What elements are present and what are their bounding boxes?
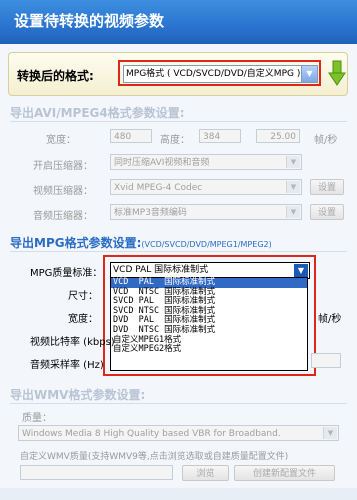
video-compressor-select[interactable]: Xvid MPEG-4 Codec ▼ xyxy=(110,179,302,195)
divider xyxy=(10,121,347,122)
format-select-value: MPG格式 ( VCD/SVCD/DVD/自定义MPG ) xyxy=(126,69,301,79)
mpg-section-title: 导出MPG格式参数设置:(VCD/SVCD/DVD/MPEG1/MPEG2) xyxy=(10,234,272,251)
mpg-quality-label: MPG质量标准： xyxy=(30,268,103,279)
avi-width-field[interactable]: 480 xyxy=(110,129,152,143)
mpg-quality-select-value: VCD PAL 国际标准制式 xyxy=(113,265,209,275)
audio-settings-button[interactable]: 设置 xyxy=(310,204,344,220)
avi-section-title: 导出AVI/MPEG4格式参数设置: xyxy=(10,106,185,120)
compressor-select[interactable]: 同时压缩AVI视频和音频 ▼ xyxy=(110,154,302,170)
window-title: 设置待转换的视频参数 xyxy=(14,12,165,30)
divider xyxy=(10,403,347,404)
divider xyxy=(10,251,347,252)
create-config-button[interactable]: 创建新配置文件 xyxy=(234,465,335,481)
format-select[interactable]: MPG格式 ( VCD/SVCD/DVD/自定义MPG ) ▼ xyxy=(123,65,318,83)
chevron-down-icon[interactable]: ▼ xyxy=(301,66,317,82)
video-settings-button[interactable]: 设置 xyxy=(310,179,344,195)
avi-width-label: 宽度： xyxy=(46,135,76,146)
mpg-fps-unit: 帧/秒 xyxy=(318,314,342,325)
avi-height-field[interactable]: 384 xyxy=(199,129,241,143)
compressor-select-value: 同时压缩AVI视频和音频 xyxy=(114,158,210,168)
mpg-size-label: 尺寸： xyxy=(68,291,98,302)
browse-button[interactable]: 浏览 xyxy=(182,465,229,481)
dropdown-option[interactable]: 自定义MPEG2格式 xyxy=(111,345,307,355)
wmv-custom-label: 自定义WMV质量(支持WMV9等,点击浏览选取或自建质量配置文件) xyxy=(20,452,289,462)
audio-compressor-select-value: 标准MP3音频编码 xyxy=(114,208,187,218)
mpg-section-subtitle: (VCD/SVCD/DVD/MPEG1/MPEG2) xyxy=(141,240,272,249)
wmv-section-title: 导出WMV格式参数设置: xyxy=(10,388,146,402)
samplerate-field[interactable] xyxy=(311,353,341,368)
mpg-bitrate-label: 视频比特率 (kbps) xyxy=(30,337,115,348)
wmv-quality-select-value: Windows Media 8 High Quality based VBR f… xyxy=(22,429,281,439)
chevron-down-icon[interactable]: ▼ xyxy=(294,264,308,277)
video-compressor-label: 视频压缩器： xyxy=(33,186,93,197)
mpg-quality-dropdown[interactable]: VCD PAL 国际标准制式 VCD NTSC 国际标准制式 SVCD PAL … xyxy=(110,277,308,371)
format-label: 转换后的格式: xyxy=(17,69,94,83)
avi-height-label: 高度： xyxy=(160,135,190,146)
audio-compressor-select[interactable]: 标准MP3音频编码 ▼ xyxy=(110,204,302,220)
video-compressor-select-value: Xvid MPEG-4 Codec xyxy=(114,183,203,193)
mpg-section-title-text: 导出MPG格式参数设置: xyxy=(10,236,142,250)
bottom-bar xyxy=(0,488,357,500)
chevron-down-icon[interactable]: ▼ xyxy=(323,427,337,439)
chevron-down-icon[interactable]: ▼ xyxy=(286,181,300,193)
mpg-samplerate-label: 音频采样率 (Hz) xyxy=(30,360,104,371)
avi-fps-unit: 帧/秒 xyxy=(314,135,338,146)
wmv-custom-path-field[interactable] xyxy=(20,465,173,480)
chevron-down-icon[interactable]: ▼ xyxy=(286,206,300,218)
compressor-label: 开启压缩器： xyxy=(33,161,93,172)
mpg-width-label: 宽度： xyxy=(68,314,98,325)
title-bar: 设置待转换的视频参数 xyxy=(0,0,357,44)
audio-compressor-label: 音频压缩器： xyxy=(33,211,93,222)
wmv-quality-select[interactable]: Windows Media 8 High Quality based VBR f… xyxy=(18,425,339,441)
wmv-quality-label: 质量： xyxy=(22,413,52,424)
avi-fps-field[interactable]: 25.00 xyxy=(256,129,300,143)
download-arrow-icon[interactable] xyxy=(328,60,346,86)
chevron-down-icon[interactable]: ▼ xyxy=(286,156,300,168)
